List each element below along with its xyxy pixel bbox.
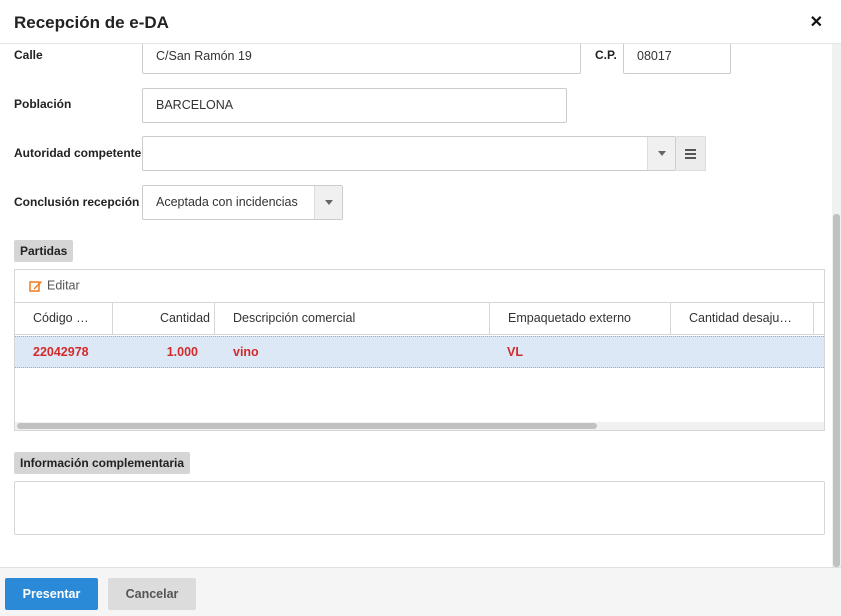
- close-icon[interactable]: ✕: [810, 12, 823, 32]
- info-complementaria-textarea[interactable]: [14, 481, 825, 535]
- horizontal-scrollbar[interactable]: [15, 422, 824, 430]
- cp-input[interactable]: 08017: [623, 44, 731, 74]
- autoridad-label: Autoridad competente: [14, 146, 142, 160]
- cell-codigo: 22042978: [33, 345, 89, 359]
- column-header-codigo[interactable]: Código NC: [15, 303, 113, 334]
- presentar-button[interactable]: Presentar: [5, 578, 98, 610]
- column-header-empaquetado[interactable]: Empaquetado externo: [490, 303, 671, 334]
- cell-cantidad: 1.000: [166, 345, 198, 359]
- column-header-desajuste[interactable]: Cantidad desajus…: [671, 303, 814, 334]
- grid-header: Código NC Cantidad Descripción comercial…: [15, 303, 824, 335]
- conclusion-label: Conclusión recepción: [14, 195, 140, 209]
- horizontal-scroll-thumb[interactable]: [17, 423, 597, 429]
- cell-empaquetado: VL: [507, 345, 523, 359]
- poblacion-label: Población: [14, 97, 72, 111]
- table-row[interactable]: 22042978 1.000 vino VL: [15, 336, 824, 368]
- conclusion-select[interactable]: Aceptada con incidencias: [142, 185, 343, 220]
- column-header-cantidad[interactable]: Cantidad: [113, 303, 215, 334]
- edit-label: Editar: [47, 278, 80, 293]
- pencil-icon: [29, 280, 42, 292]
- chevron-down-icon[interactable]: [314, 186, 342, 219]
- poblacion-input[interactable]: BARCELONA: [142, 88, 567, 123]
- grid-toolbar: Editar: [15, 270, 824, 303]
- partidas-grid: Editar Código NC Cantidad Descripción co…: [14, 269, 825, 431]
- dialog-header: Recepción de e-DA ✕: [0, 0, 841, 44]
- list-icon[interactable]: [676, 136, 706, 171]
- info-section-label: Información complementaria: [14, 452, 191, 474]
- dialog-body: Calle C/San Ramón 19 C.P. 08017 Població…: [0, 44, 841, 567]
- column-header-descripcion[interactable]: Descripción comercial: [215, 303, 490, 334]
- dialog-title: Recepción de e-DA: [14, 13, 169, 32]
- partidas-section-label: Partidas: [14, 240, 74, 262]
- vertical-scroll-thumb[interactable]: [833, 214, 840, 567]
- calle-label: Calle: [14, 48, 43, 62]
- cp-label: C.P.: [595, 48, 617, 62]
- calle-input[interactable]: C/San Ramón 19: [142, 44, 581, 74]
- cell-descripcion: vino: [233, 345, 259, 359]
- cancelar-button[interactable]: Cancelar: [108, 578, 196, 610]
- chevron-down-icon[interactable]: [647, 137, 675, 170]
- conclusion-value: Aceptada con incidencias: [156, 195, 298, 209]
- autoridad-combo[interactable]: [142, 136, 676, 171]
- edit-button[interactable]: Editar: [29, 278, 80, 296]
- dialog-footer: Presentar Cancelar: [0, 567, 841, 616]
- vertical-scrollbar[interactable]: [832, 44, 841, 567]
